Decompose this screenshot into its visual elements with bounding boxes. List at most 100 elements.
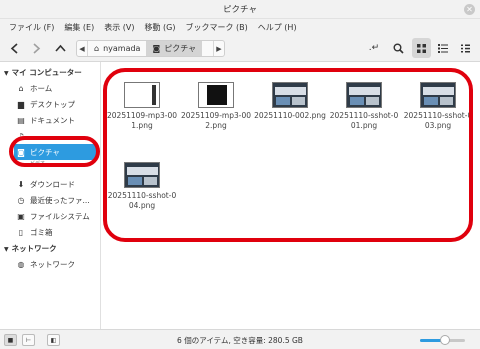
sidebar-item-filesystem[interactable]: ▣ ファイルシステム [16,208,100,224]
file-name: 20251110-sshot-001.png [329,111,399,130]
terminal-icon: .↵ [368,43,380,53]
toggle-tree-button[interactable]: ⊢ [22,334,35,346]
sidebar-item-label: ピクチャ [30,147,60,157]
home-icon: ⌂ [18,83,24,93]
sidebar-item-documents[interactable]: ▤ ドキュメント [16,112,100,128]
sidebar-item-desktop[interactable]: ▆ デスクトップ [16,96,100,112]
file-item[interactable]: 20251110-002.png [254,82,326,121]
zoom-slider[interactable] [420,335,465,345]
up-icon [54,44,66,52]
arrow-right-icon: ▶ [216,44,222,53]
close-button[interactable]: ✕ [464,4,475,15]
sidebar-item-label: ドキュメント [30,115,75,125]
path-bar: ◀ ⌂ nyamada ◙ ピクチャ ▶ [76,40,225,57]
back-icon [10,42,18,54]
open-terminal-button[interactable]: .↵ [366,38,382,58]
sidebar-item-label: ネットワーク [30,259,75,269]
sidebar-item-label: ファイルシステム [30,211,90,221]
compact-view-button[interactable] [457,38,473,58]
file-item[interactable]: 20251110-sshot-003.png [402,82,474,131]
toggle-sidebar-button[interactable]: ◧ [47,334,60,346]
sidebar-icon: ◧ [50,336,57,344]
sidebar-item-trash[interactable]: ▯ ゴミ箱 [16,224,100,240]
close-icon: ✕ [466,5,473,14]
trash-icon: ▯ [18,227,24,237]
menu-bar: ファイル (F) 編集 (E) 表示 (V) 移動 (G) ブックマーク (B)… [0,19,480,35]
forward-button[interactable] [28,38,44,58]
music-icon: ♫ [17,131,25,141]
title-bar: ピクチャ ✕ [0,0,480,19]
sidebar-item-network[interactable]: ◍ ネットワーク [16,256,100,272]
sidebar-item-pictures[interactable]: ◙ ピクチャ [14,144,96,160]
folder-icon: ■ [7,336,14,344]
list-icon [438,43,448,53]
sidebar-item-label: ビデオ [30,160,46,167]
sidebar-item-label: ダウンロード [30,179,75,189]
file-thumbnail [346,82,382,108]
zoom-slider-handle[interactable] [439,335,450,345]
chevron-down-icon: ▼ [4,246,9,253]
search-icon [393,43,404,54]
menu-bookmarks[interactable]: ブックマーク (B) [180,22,252,33]
search-button[interactable] [390,38,406,58]
file-thumbnail [124,82,160,108]
window-title: ピクチャ [223,5,257,15]
camera-icon: ◙ [17,147,25,157]
document-icon: ▤ [17,115,25,125]
file-thumbnail [124,162,160,188]
menu-edit[interactable]: 編集 (E) [59,22,99,33]
status-bar: ■ ⊢ ◧ 6 個のアイテム, 空き容量: 280.5 GB [0,329,480,349]
file-name: 20251110-sshot-003.png [403,111,473,130]
sidebar-item-videos[interactable]: ビデオ [16,159,100,167]
compact-icon [460,44,470,52]
arrow-left-icon: ◀ [79,44,85,53]
crumb-current[interactable]: ◙ ピクチャ [146,41,203,56]
tree-icon: ⊢ [25,336,32,344]
sidebar-item-home[interactable]: ⌂ ホーム [16,80,100,96]
file-item[interactable]: 20251110-sshot-001.png [328,82,400,131]
file-item[interactable]: 20251109-mp3-001.png [106,82,178,131]
path-scroll-right[interactable]: ▶ [213,41,224,56]
drive-icon: ▣ [17,211,25,221]
download-icon: ⬇ [17,179,25,189]
forward-icon [32,42,40,54]
chevron-down-icon: ▼ [4,70,9,77]
path-scroll-left[interactable]: ◀ [77,41,88,56]
sidebar-section-network-label: ネットワーク [11,244,57,253]
sidebar-item-label: 最近使ったファ... [30,195,90,205]
menu-help[interactable]: ヘルプ (H) [253,22,302,33]
status-text: 6 個のアイテム, 空き容量: 280.5 GB [177,336,303,345]
menu-go[interactable]: 移動 (G) [140,22,181,33]
desktop-icon: ▆ [17,99,25,109]
sidebar-item-label: ホーム [30,83,53,93]
sidebar-item-music[interactable]: ♫ [16,128,100,144]
file-name: 20251109-mp3-001.png [107,111,177,130]
network-icon: ◍ [17,259,25,269]
back-button[interactable] [6,38,22,58]
file-view: 20251109-mp3-001.png 20251109-mp3-002.pn… [102,62,480,329]
icon-view-button[interactable] [412,38,431,58]
file-name: 20251110-sshot-004.png [107,191,177,210]
home-icon: ⌂ [94,44,100,53]
sidebar-section-computer[interactable]: ▼ マイ コンピューター [4,67,82,78]
menu-file[interactable]: ファイル (F) [4,22,59,33]
recent-icon: ◷ [17,195,25,205]
toggle-places-button[interactable]: ■ [4,334,17,346]
sidebar-item-label: ゴミ箱 [30,227,53,237]
camera-icon: ◙ [152,44,161,53]
menu-view[interactable]: 表示 (V) [99,22,139,33]
sidebar-section-computer-label: マイ コンピューター [11,68,82,77]
file-item[interactable]: 20251109-mp3-002.png [180,82,252,131]
file-name: 20251109-mp3-002.png [181,111,251,130]
list-view-button[interactable] [435,38,451,58]
sidebar-item-recent[interactable]: ◷ 最近使ったファ... [16,192,100,208]
sidebar-item-downloads[interactable]: ⬇ ダウンロード [16,176,100,192]
sidebar-section-network[interactable]: ▼ ネットワーク [4,243,57,254]
crumb-current-label: ピクチャ [164,44,197,53]
file-item[interactable]: 20251110-sshot-004.png [106,162,178,211]
crumb-home[interactable]: ⌂ nyamada [88,41,146,56]
file-name: 20251110-002.png [254,111,326,120]
sidebar-item-label: デスクトップ [30,99,75,109]
up-button[interactable] [52,38,68,58]
file-thumbnail [272,82,308,108]
